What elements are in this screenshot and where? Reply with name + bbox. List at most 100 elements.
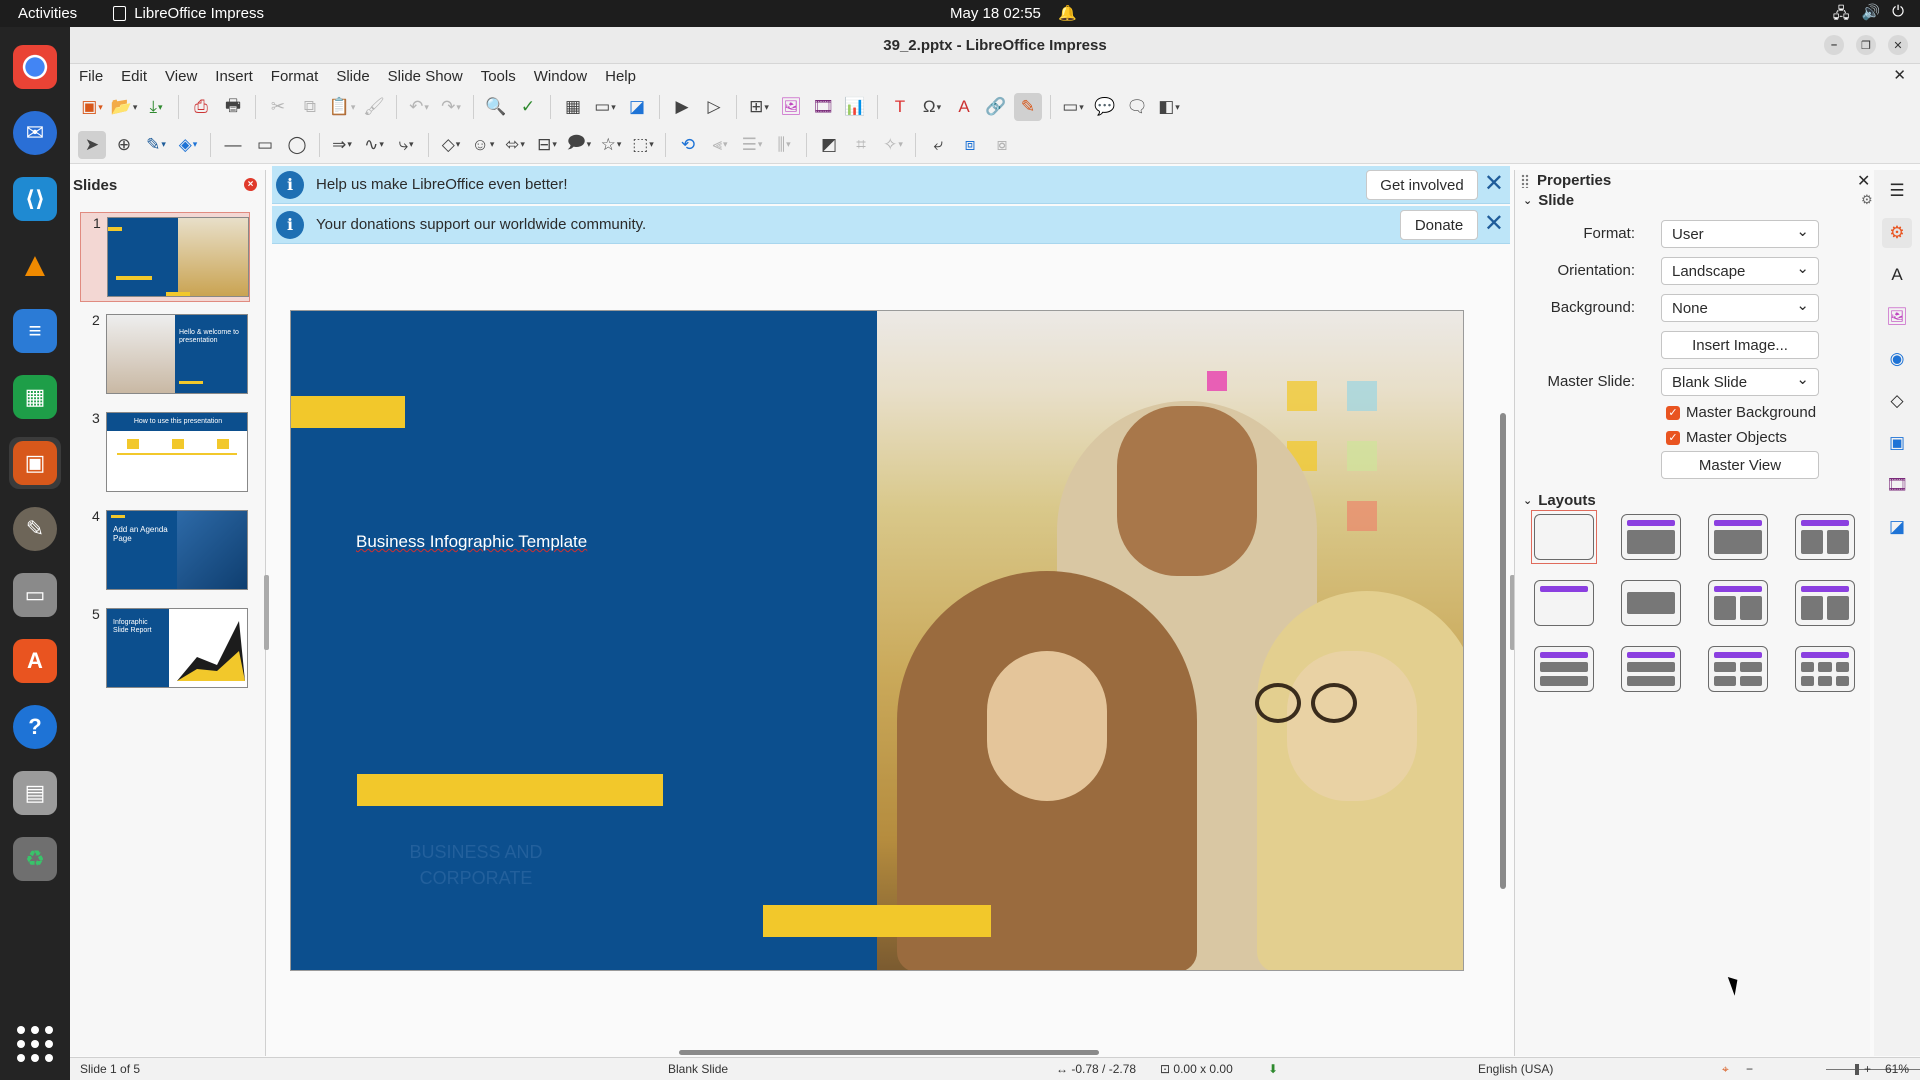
yellow-bar-top[interactable] [291,396,405,428]
close-sidebar-icon[interactable]: ✕ [1857,171,1870,191]
transformations-icon[interactable]: ⟲ [674,131,702,159]
slide-thumbnail-1[interactable]: 1 [80,212,250,302]
app-menu[interactable]: LibreOffice Impress [113,5,264,22]
zoom-out-icon[interactable]: − [1746,1062,1753,1076]
dock-vscode[interactable]: ⟨⟩ [9,173,61,225]
activities-button[interactable]: Activities [18,5,77,22]
zoom-level[interactable]: 61% [1885,1062,1909,1076]
redo-icon[interactable]: ↷ ▾ [437,93,465,121]
styles-tab-icon[interactable]: A [1882,260,1912,290]
block-arrows-icon[interactable]: ⬄ ▾ [501,131,529,159]
master-slide-icon[interactable]: ◪ [623,93,651,121]
menu-window[interactable]: Window [525,68,596,85]
undo-icon[interactable]: ↶ ▾ [405,93,433,121]
slide-photo[interactable] [877,311,1463,970]
minimize-icon[interactable]: – [1824,35,1844,55]
filter-icon[interactable]: ✧ ▾ [879,131,907,159]
master-slide-dropdown[interactable]: Blank Slide [1661,368,1819,396]
copy-icon[interactable]: ⧉ [296,93,324,121]
menu-file[interactable]: File [70,68,112,85]
media-icon[interactable]: 🎞 [809,93,837,121]
slide-transition-tab-icon[interactable]: ▣ [1882,428,1912,458]
symbol-shapes-icon[interactable]: ☺ ▾ [469,131,497,159]
arrange-icon[interactable]: ☰ ▾ [738,131,766,159]
align-icon[interactable]: ⫷ ▾ [706,131,734,159]
master-slides-tab-icon[interactable]: ◪ [1882,512,1912,542]
slide-settings-icon[interactable]: ⚙ [1861,192,1873,208]
points-icon[interactable]: ⤶ [924,131,952,159]
dock-impress[interactable]: ▣ [9,437,61,489]
section-layouts-header[interactable]: ⌄ Layouts [1523,492,1596,509]
menu-help[interactable]: Help [596,68,645,85]
layout-title-content-2content[interactable] [1792,576,1858,630]
draw-freeform-icon[interactable]: ✎ [1014,93,1042,121]
dock-storage[interactable]: ▤ [9,767,61,819]
slide-thumbnail-5[interactable]: 5 Infographic Slide Report [70,604,266,694]
language-status[interactable]: English (USA) [1478,1062,1553,1076]
layout-title-content-alt[interactable] [1705,510,1771,564]
close-infobar-icon[interactable]: ✕ [1484,172,1504,196]
layout-centered-text[interactable] [1618,576,1684,630]
vertical-scrollbar[interactable] [1500,413,1506,889]
ellipse-icon[interactable]: ◯ [283,131,311,159]
menu-slide[interactable]: Slide [327,68,378,85]
textbox-icon[interactable]: T [886,93,914,121]
line-icon[interactable]: — [219,131,247,159]
dock-chrome[interactable] [9,41,61,93]
layout-title-2content-over-content[interactable] [1531,642,1597,696]
export-pdf-icon[interactable]: ⎙ [187,93,215,121]
display-views-icon[interactable]: ▭ ▾ [591,93,619,121]
clone-formatting-icon[interactable]: 🖌 [360,93,388,121]
dock-software[interactable]: A [9,635,61,687]
zoom-in-icon[interactable]: + [1864,1062,1871,1076]
glue-points-icon[interactable]: ⧇ [988,131,1016,159]
yellow-bar-middle[interactable] [357,774,663,806]
fontwork-icon[interactable]: A [950,93,978,121]
orientation-dropdown[interactable]: Landscape [1661,257,1819,285]
layout-title-content-over-content[interactable] [1618,642,1684,696]
shapes-icon[interactable]: ▭ ▾ [1059,93,1087,121]
callouts-icon[interactable]: 🗩 ▾ [565,131,593,159]
animation-tab-icon[interactable]: 🎞 [1882,470,1912,500]
stars-icon[interactable]: ☆ ▾ [597,131,625,159]
master-background-checkbox[interactable]: ✓ Master Background [1666,404,1816,421]
start-first-slide-icon[interactable]: ▶ [668,93,696,121]
properties-tab-icon[interactable]: ⚙ [1882,218,1912,248]
close-document-icon[interactable]: ✕ [1893,66,1906,84]
slide-thumbnail-2[interactable]: 2 Hello & welcome to presentation [70,310,266,400]
menu-tools[interactable]: Tools [472,68,525,85]
document-modified-icon[interactable]: ⬇ [1268,1062,1278,1076]
collapse-slides-pane-handle[interactable] [264,575,269,650]
menu-view[interactable]: View [156,68,206,85]
line-color-icon[interactable]: ✎ ▾ [142,131,170,159]
menu-format[interactable]: Format [262,68,328,85]
fill-color-icon[interactable]: ◈ ▾ [174,131,202,159]
dock-files[interactable]: ▭ [9,569,61,621]
table-icon[interactable]: ⊞ ▾ [745,93,773,121]
master-slide-status[interactable]: Blank Slide [668,1062,728,1076]
background-dropdown[interactable]: None [1661,294,1819,322]
toggle-extrusion-icon[interactable]: ⧈ [956,131,984,159]
get-involved-button[interactable]: Get involved [1366,170,1478,200]
layout-title-two-content[interactable] [1792,510,1858,564]
cut-icon[interactable]: ✂ [264,93,292,121]
layout-title-6content[interactable] [1792,642,1858,696]
open-icon[interactable]: 📂 ▾ [110,93,138,121]
slide-thumbnail-3[interactable]: 3 How to use this presentation [70,408,266,498]
save-icon[interactable]: ⤓ ▾ [142,93,170,121]
new-icon[interactable]: ▣ ▾ [78,93,106,121]
slide-title[interactable]: Business Infographic Template [356,532,587,552]
connectors-icon[interactable]: ⤷ ▾ [392,131,420,159]
gallery-tab-icon[interactable]: 🖼 [1882,302,1912,332]
layout-title-4content[interactable] [1705,642,1771,696]
close-infobar-icon[interactable]: ✕ [1484,212,1504,236]
dock-trash[interactable]: ♻ [9,833,61,885]
layout-title-only[interactable] [1531,576,1597,630]
chart-icon[interactable]: 📊 [841,93,869,121]
special-character-icon[interactable]: Ω ▾ [918,93,946,121]
close-window-icon[interactable]: ✕ [1888,35,1908,55]
drag-handle-icon[interactable] [1521,174,1529,188]
print-icon[interactable]: 🖶 [219,93,247,121]
dock-vlc[interactable]: ▲ [9,239,61,291]
flowchart-icon[interactable]: ⊟ ▾ [533,131,561,159]
